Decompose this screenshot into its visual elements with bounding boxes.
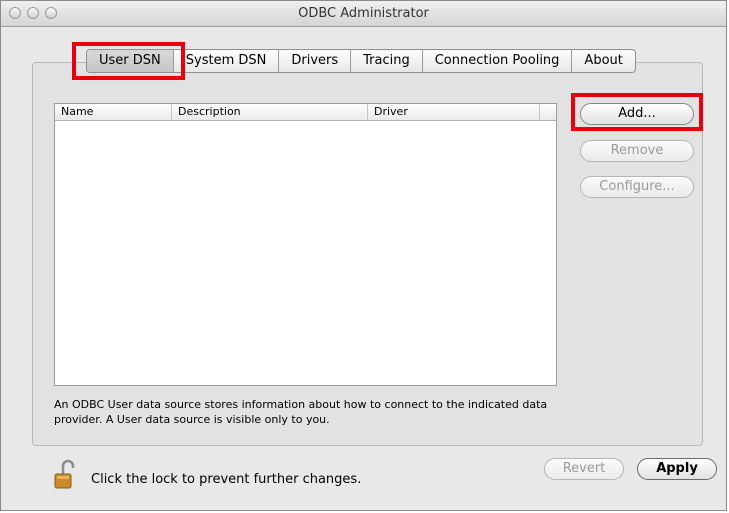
highlight-box-add-button	[571, 93, 703, 131]
table-header: Name Description Driver	[55, 104, 556, 121]
column-header-spacer	[540, 104, 556, 120]
revert-button[interactable]: Revert	[544, 458, 624, 480]
configure-button[interactable]: Configure...	[580, 176, 694, 198]
dsn-description-text: An ODBC User data source stores informat…	[54, 398, 548, 426]
tab-drivers[interactable]: Drivers	[279, 50, 352, 72]
column-header-driver[interactable]: Driver	[368, 104, 540, 120]
lock-icon[interactable]	[51, 458, 83, 490]
remove-button[interactable]: Remove	[580, 140, 694, 162]
highlight-box-user-dsn-tab	[72, 42, 185, 80]
apply-button[interactable]: Apply	[637, 458, 717, 480]
column-header-name[interactable]: Name	[55, 104, 172, 120]
title-bar[interactable]: ODBC Administrator	[1, 1, 726, 27]
column-header-description[interactable]: Description	[172, 104, 368, 120]
tab-tracing[interactable]: Tracing	[351, 50, 423, 72]
tab-system-dsn[interactable]: System DSN	[174, 50, 280, 72]
lock-status-label: Click the lock to prevent further change…	[91, 472, 362, 487]
tab-about[interactable]: About	[572, 50, 634, 72]
window-title: ODBC Administrator	[298, 6, 429, 21]
tab-connection-pooling[interactable]: Connection Pooling	[423, 50, 573, 72]
dsn-table[interactable]: Name Description Driver	[54, 103, 557, 386]
